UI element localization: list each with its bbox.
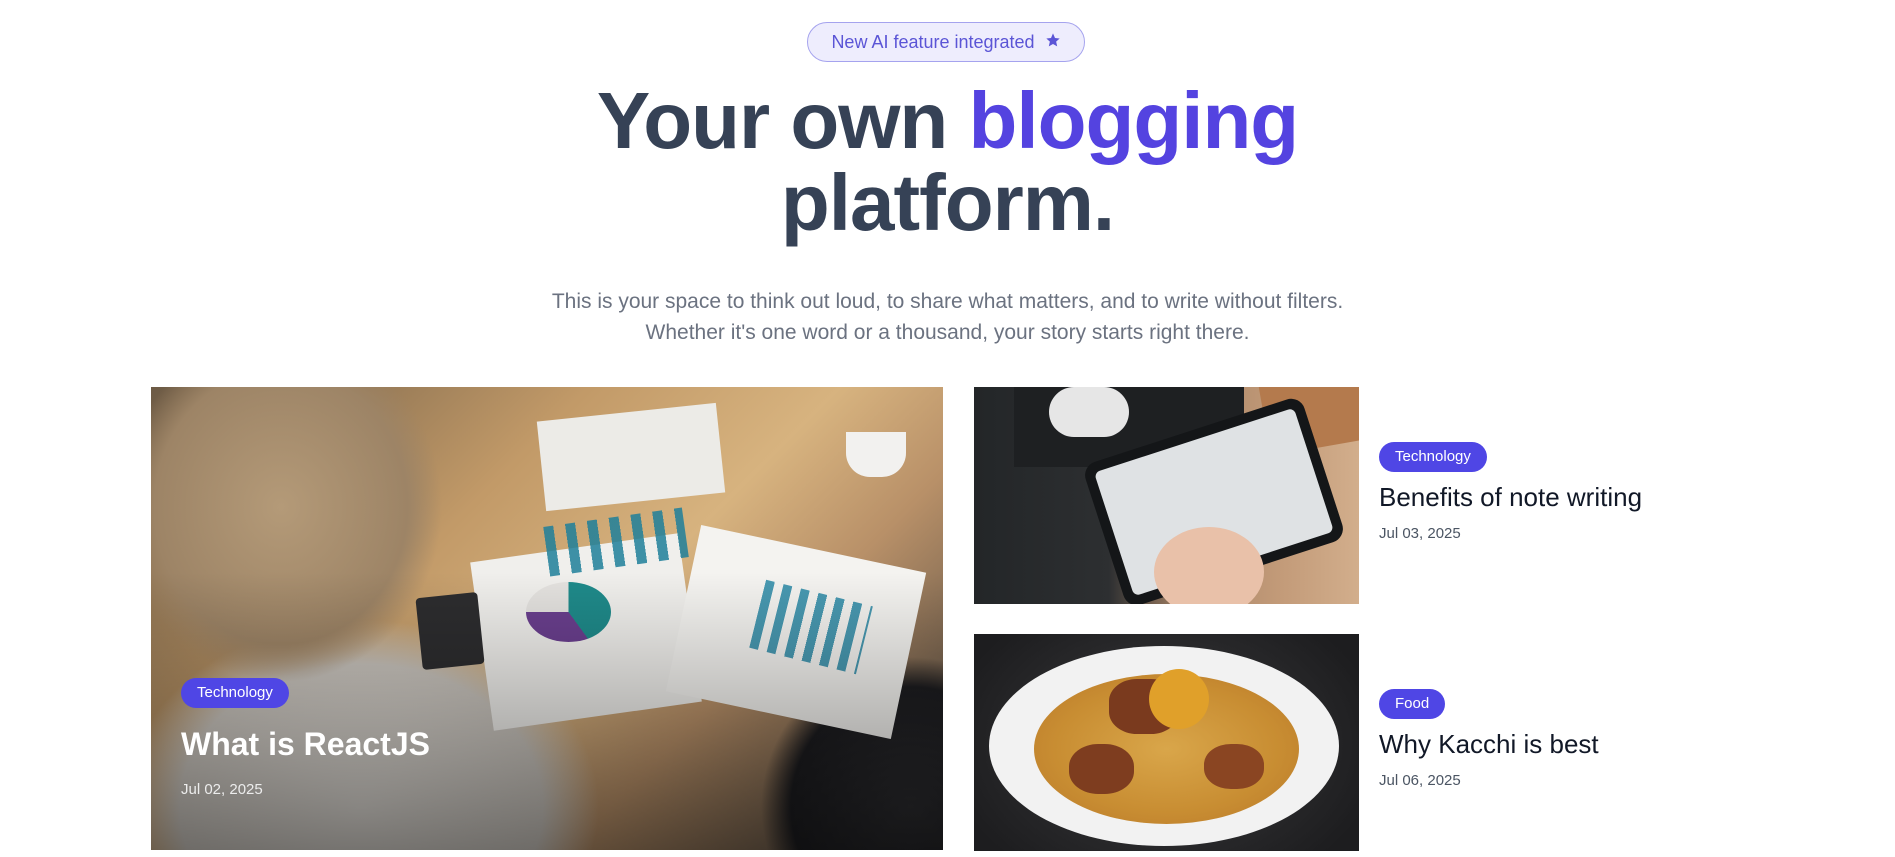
post-thumbnail[interactable] [974,387,1359,604]
hero-title: Your own blogging platform. [0,80,1895,244]
post-thumbnail[interactable] [974,634,1359,851]
star-icon [1045,32,1061,53]
post-category-tag[interactable]: Food [1379,689,1446,719]
featured-post-title[interactable]: What is ReactJS [181,726,430,763]
post-category-tag[interactable]: Technology [1379,442,1487,472]
hero-title-part1: Your own [596,76,969,165]
featured-post-content: Technology What is ReactJS Jul 02, 2025 [181,678,430,798]
post-date: Jul 06, 2025 [1379,772,1461,789]
post-title[interactable]: Why Kacchi is best [1379,729,1599,760]
featured-post-category-tag[interactable]: Technology [181,678,289,708]
ai-feature-label: New AI feature integrated [831,31,1035,52]
post-title[interactable]: Benefits of note writing [1379,482,1642,513]
hero-subtitle-line2: Whether it's one word or a thousand, you… [645,321,1250,344]
hero-subtitle: This is your space to think out loud, to… [0,286,1895,348]
ai-feature-badge[interactable]: New AI feature integrated [807,22,1085,62]
hero-title-part2: platform. [780,158,1115,247]
featured-post-date: Jul 02, 2025 [181,781,263,798]
post-card[interactable]: Technology Benefits of note writing Jul … [974,387,1674,604]
post-info: Technology Benefits of note writing Jul … [1379,442,1642,542]
hero-title-accent: blogging [968,76,1300,165]
page: New AI feature integrated Your own blogg… [0,0,1895,857]
post-card[interactable]: Food Why Kacchi is best Jul 06, 2025 [974,634,1674,851]
featured-post-card[interactable]: Technology What is ReactJS Jul 02, 2025 [151,387,943,850]
post-date: Jul 03, 2025 [1379,525,1461,542]
hero-subtitle-line1: This is your space to think out loud, to… [551,290,1344,313]
post-info: Food Why Kacchi is best Jul 06, 2025 [1379,689,1599,789]
